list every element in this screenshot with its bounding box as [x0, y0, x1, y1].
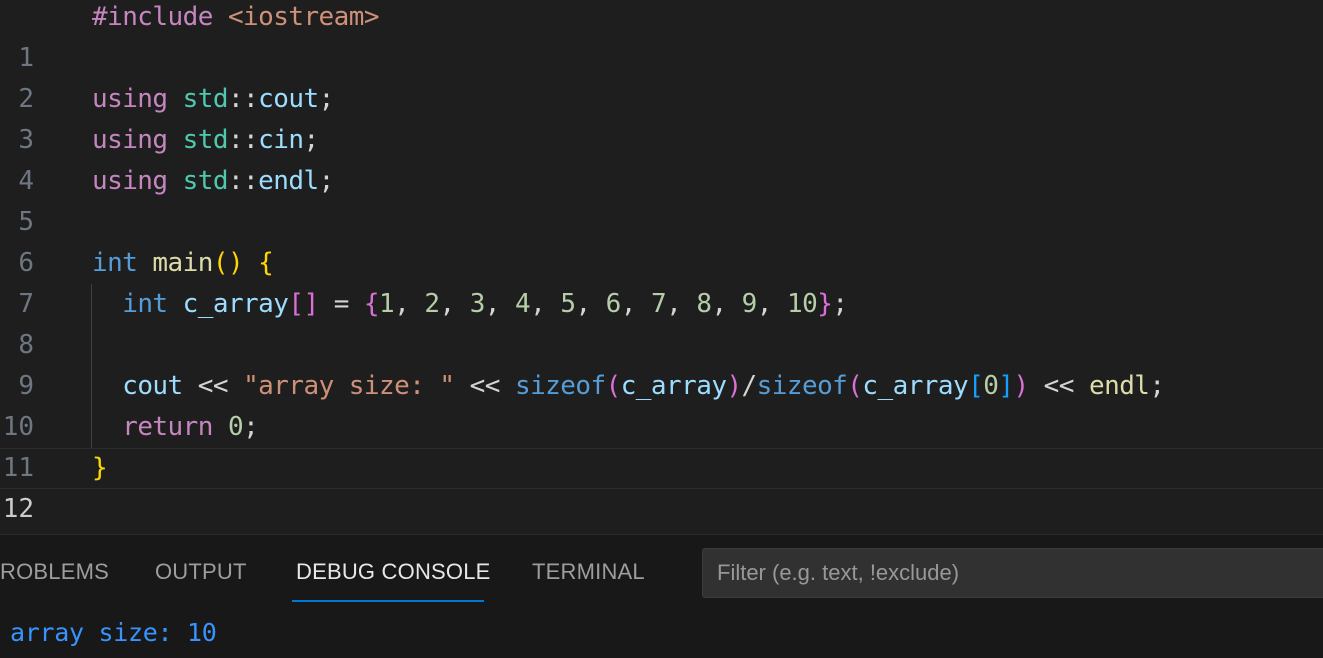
code-line-7[interactable]: 7 int main() {: [0, 243, 1323, 319]
code-line-12[interactable]: 12 }: [0, 448, 1323, 524]
array-index: 0: [983, 371, 999, 401]
code-line-1[interactable]: 1 #include <iostream>: [0, 0, 1323, 73]
line-number: 12: [2, 494, 34, 524]
sizeof-keyword: sizeof: [756, 371, 848, 401]
code-line-6[interactable]: 6: [0, 202, 1323, 278]
identifier-c-array: c_array: [182, 289, 289, 319]
array-value: 4: [515, 289, 531, 319]
bottom-panel: ROBLEMS OUTPUT DEBUG CONSOLE TERMINAL ar…: [0, 534, 1323, 658]
array-value: 7: [651, 289, 667, 319]
identifier-endl: endl: [1089, 371, 1150, 401]
return-keyword: return: [122, 412, 213, 442]
return-value: 0: [227, 412, 244, 442]
identifier-c-array: c_array: [862, 371, 969, 401]
code-line-8[interactable]: 8 int c_array[] = {1, 2, 3, 4, 5, 6, 7, …: [0, 284, 1323, 360]
identifier-c-array: c_array: [620, 371, 727, 401]
tab-problems[interactable]: ROBLEMS: [0, 559, 109, 585]
array-value: 6: [605, 289, 622, 319]
namespace-std: std: [182, 84, 229, 114]
array-value: 9: [741, 289, 758, 319]
console-output-line: array size: 10: [10, 618, 217, 647]
include-header: <iostream>: [227, 2, 380, 32]
function-main: main: [152, 248, 213, 278]
namespace-std: std: [182, 166, 229, 196]
filter-input[interactable]: [702, 548, 1323, 598]
tab-output[interactable]: OUTPUT: [155, 559, 247, 585]
code-line-3[interactable]: 3 using std::cout;: [0, 79, 1323, 155]
sizeof-keyword: sizeof: [514, 371, 606, 401]
active-tab-indicator: [292, 600, 484, 602]
array-value: 1: [379, 289, 395, 319]
code-line-10[interactable]: 10 cout << "array size: " << sizeof(c_ar…: [0, 366, 1323, 442]
type-int: int: [92, 248, 138, 278]
using-keyword: using: [92, 84, 168, 114]
using-keyword: using: [92, 125, 168, 155]
string-literal: "array size: ": [243, 371, 455, 401]
identifier-cin: cin: [258, 125, 304, 155]
namespace-std: std: [182, 125, 229, 155]
identifier-cout: cout: [122, 371, 183, 401]
array-value: 2: [424, 289, 440, 319]
using-keyword: using: [92, 166, 168, 196]
code-line-5[interactable]: 5 using std::endl;: [0, 161, 1323, 237]
code-line-4[interactable]: 4 using std::cin;: [0, 120, 1323, 196]
code-editor[interactable]: 1 #include <iostream> 2 3 using std::cou…: [0, 0, 1323, 534]
identifier-cout: cout: [258, 84, 319, 114]
include-directive: #include: [92, 2, 213, 32]
array-value: 10: [786, 289, 818, 319]
array-value: 3: [469, 289, 486, 319]
identifier-endl: endl: [258, 166, 319, 196]
array-value: 8: [696, 289, 712, 319]
code-line-9[interactable]: 9: [0, 325, 1323, 401]
tab-terminal[interactable]: TERMINAL: [532, 559, 645, 585]
code-line-2[interactable]: 2: [0, 38, 1323, 114]
type-int: int: [122, 289, 168, 319]
array-value: 5: [560, 289, 576, 319]
code-line-11[interactable]: 11 return 0;: [0, 407, 1323, 483]
closing-brace: }: [92, 453, 108, 483]
tab-debug-console[interactable]: DEBUG CONSOLE: [296, 559, 491, 585]
